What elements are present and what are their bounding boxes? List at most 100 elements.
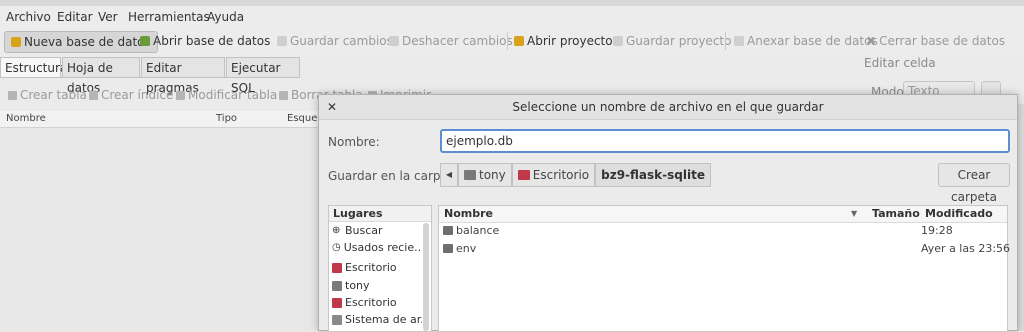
save-changes-label: Guardar cambios <box>290 34 393 48</box>
chevron-left-icon: ◀ <box>445 170 453 179</box>
menubar: Archivo Editar Ver Herramientas Ayuda <box>0 0 1024 30</box>
attach-database-button[interactable]: Anexar base de datos <box>734 31 878 51</box>
modify-table-label: Modificar tabla <box>188 88 278 102</box>
create-folder-button[interactable]: Crear carpeta <box>938 163 1010 204</box>
toolbar-separator <box>725 32 726 50</box>
path-segment-label: bz9-flask-sqlite <box>601 168 705 182</box>
menu-ayuda[interactable]: Ayuda <box>207 10 244 24</box>
edit-cell-panel <box>1018 104 1024 331</box>
path-bar: ◀ tony Escritorio bz9-flask-sqlite <box>440 163 711 187</box>
path-segment-label: Escritorio <box>532 168 590 182</box>
open-database-label: Abrir base de datos <box>153 34 271 48</box>
attach-icon <box>734 36 744 46</box>
new-database-icon <box>11 37 21 47</box>
tab-baseline <box>0 77 300 78</box>
place-label: Sistema de ar... <box>345 313 422 326</box>
edit-cell-title: Editar celda <box>864 56 936 70</box>
search-icon: ⊕ <box>332 225 341 236</box>
place-escritorio[interactable]: Escritorio <box>332 261 422 274</box>
tab-estructura[interactable]: Estructura <box>0 57 67 77</box>
place-label: Usados recie... <box>343 241 422 254</box>
new-database-label: Nueva base de datos <box>24 35 151 49</box>
tab-editar-pragmas[interactable]: Editar pragmas <box>141 57 225 95</box>
path-segment-tony[interactable]: tony <box>458 163 512 187</box>
column-name[interactable]: Nombre <box>444 207 493 220</box>
open-project-button[interactable]: Abrir proyecto <box>514 31 613 51</box>
filename-label: Nombre: <box>328 135 380 149</box>
create-table-button[interactable]: Crear tabla <box>8 88 87 102</box>
file-modified: 19:28 <box>921 224 953 237</box>
schema-tree[interactable] <box>0 128 330 331</box>
dialog-title: Seleccione un nombre de archivo en el qu… <box>512 100 824 114</box>
file-name: env <box>456 242 477 255</box>
undo-icon <box>389 36 399 46</box>
close-icon[interactable]: ✕ <box>327 100 337 114</box>
undo-changes-button[interactable]: Deshacer cambios <box>389 31 513 51</box>
place-recent[interactable]: ◷ Usados recie... <box>332 241 422 254</box>
file-name-cell: balance <box>443 224 499 237</box>
save-project-icon <box>613 36 623 46</box>
delete-table-icon <box>279 90 288 100</box>
place-escritorio-2[interactable]: Escritorio <box>332 296 422 309</box>
place-label: tony <box>345 279 370 292</box>
path-segment-current[interactable]: bz9-flask-sqlite <box>595 163 711 187</box>
home-folder-icon <box>464 170 476 180</box>
filename-input[interactable] <box>440 129 1010 153</box>
menu-herramientas[interactable]: Herramientas <box>128 10 210 24</box>
close-database-label: Cerrar base de datos <box>879 34 1006 48</box>
places-scrollbar[interactable] <box>423 223 429 331</box>
clock-icon: ◷ <box>332 242 341 253</box>
modify-table-button[interactable]: Modificar tabla <box>176 88 277 102</box>
path-segment-label: tony <box>479 168 506 182</box>
menu-archivo[interactable]: Archivo <box>6 10 51 24</box>
attach-database-label: Anexar base de datos <box>747 34 878 48</box>
create-index-button[interactable]: Crear índice <box>89 88 173 102</box>
create-index-icon <box>89 90 98 100</box>
desktop-icon <box>332 297 342 308</box>
close-icon: ✖ <box>866 34 877 48</box>
sort-arrow-icon[interactable]: ▼ <box>851 209 857 218</box>
place-label: Escritorio <box>345 296 397 309</box>
column-type[interactable]: Tipo <box>216 113 237 124</box>
save-file-dialog: Seleccione un nombre de archivo en el qu… <box>318 94 1018 332</box>
open-project-icon <box>514 36 524 46</box>
save-changes-button[interactable]: Guardar cambios <box>277 31 393 51</box>
toolbar-separator <box>507 32 508 50</box>
undo-changes-label: Deshacer cambios <box>402 34 513 48</box>
menu-ver[interactable]: Ver <box>98 10 118 24</box>
schema-tree-header: Nombre Tipo Esquema <box>0 111 333 128</box>
tab-ejecutar-sql[interactable]: Ejecutar SQL <box>226 57 300 95</box>
column-name[interactable]: Nombre <box>6 113 46 124</box>
open-project-label: Abrir proyecto <box>527 34 613 48</box>
file-list: Nombre ▼ Tamaño Modificado balance 19:28… <box>438 205 1011 332</box>
place-buscar[interactable]: ⊕ Buscar <box>332 224 422 237</box>
save-icon <box>277 36 287 46</box>
file-modified: Ayer a las 23:56 <box>921 242 1011 255</box>
path-segment-escritorio[interactable]: Escritorio <box>511 163 596 187</box>
column-modified[interactable]: Modificado <box>925 207 993 220</box>
save-project-label: Guardar proyecto <box>626 34 732 48</box>
place-filesystem[interactable]: Sistema de ar... <box>332 313 422 326</box>
place-label: Buscar <box>345 224 383 237</box>
place-tony[interactable]: tony <box>332 279 422 292</box>
places-header: Lugares <box>329 206 431 222</box>
close-database-button[interactable]: ✖ Cerrar base de datos <box>866 31 1005 51</box>
column-size[interactable]: Tamaño <box>872 207 920 220</box>
file-row[interactable]: balance 19:28 <box>439 224 1007 241</box>
save-project-button[interactable]: Guardar proyecto <box>613 31 731 51</box>
tab-hoja-de-datos[interactable]: Hoja de datos <box>62 57 140 95</box>
path-back-button[interactable]: ◀ <box>440 163 458 187</box>
new-database-button[interactable]: Nueva base de datos <box>4 31 158 53</box>
menu-editar[interactable]: Editar <box>57 10 93 24</box>
create-index-label: Crear índice <box>101 88 174 102</box>
open-database-button[interactable]: Abrir base de datos ▼ <box>140 31 285 51</box>
file-name-cell: env <box>443 242 476 255</box>
create-table-icon <box>8 90 17 100</box>
home-folder-icon <box>332 280 342 291</box>
file-list-header: Nombre ▼ Tamaño Modificado <box>439 206 1007 223</box>
dialog-titlebar: Seleccione un nombre de archivo en el qu… <box>319 95 1017 120</box>
open-database-icon <box>140 36 150 46</box>
desktop-icon <box>332 262 342 273</box>
file-row[interactable]: env Ayer a las 23:56 <box>439 242 1011 259</box>
folder-icon <box>443 244 453 253</box>
